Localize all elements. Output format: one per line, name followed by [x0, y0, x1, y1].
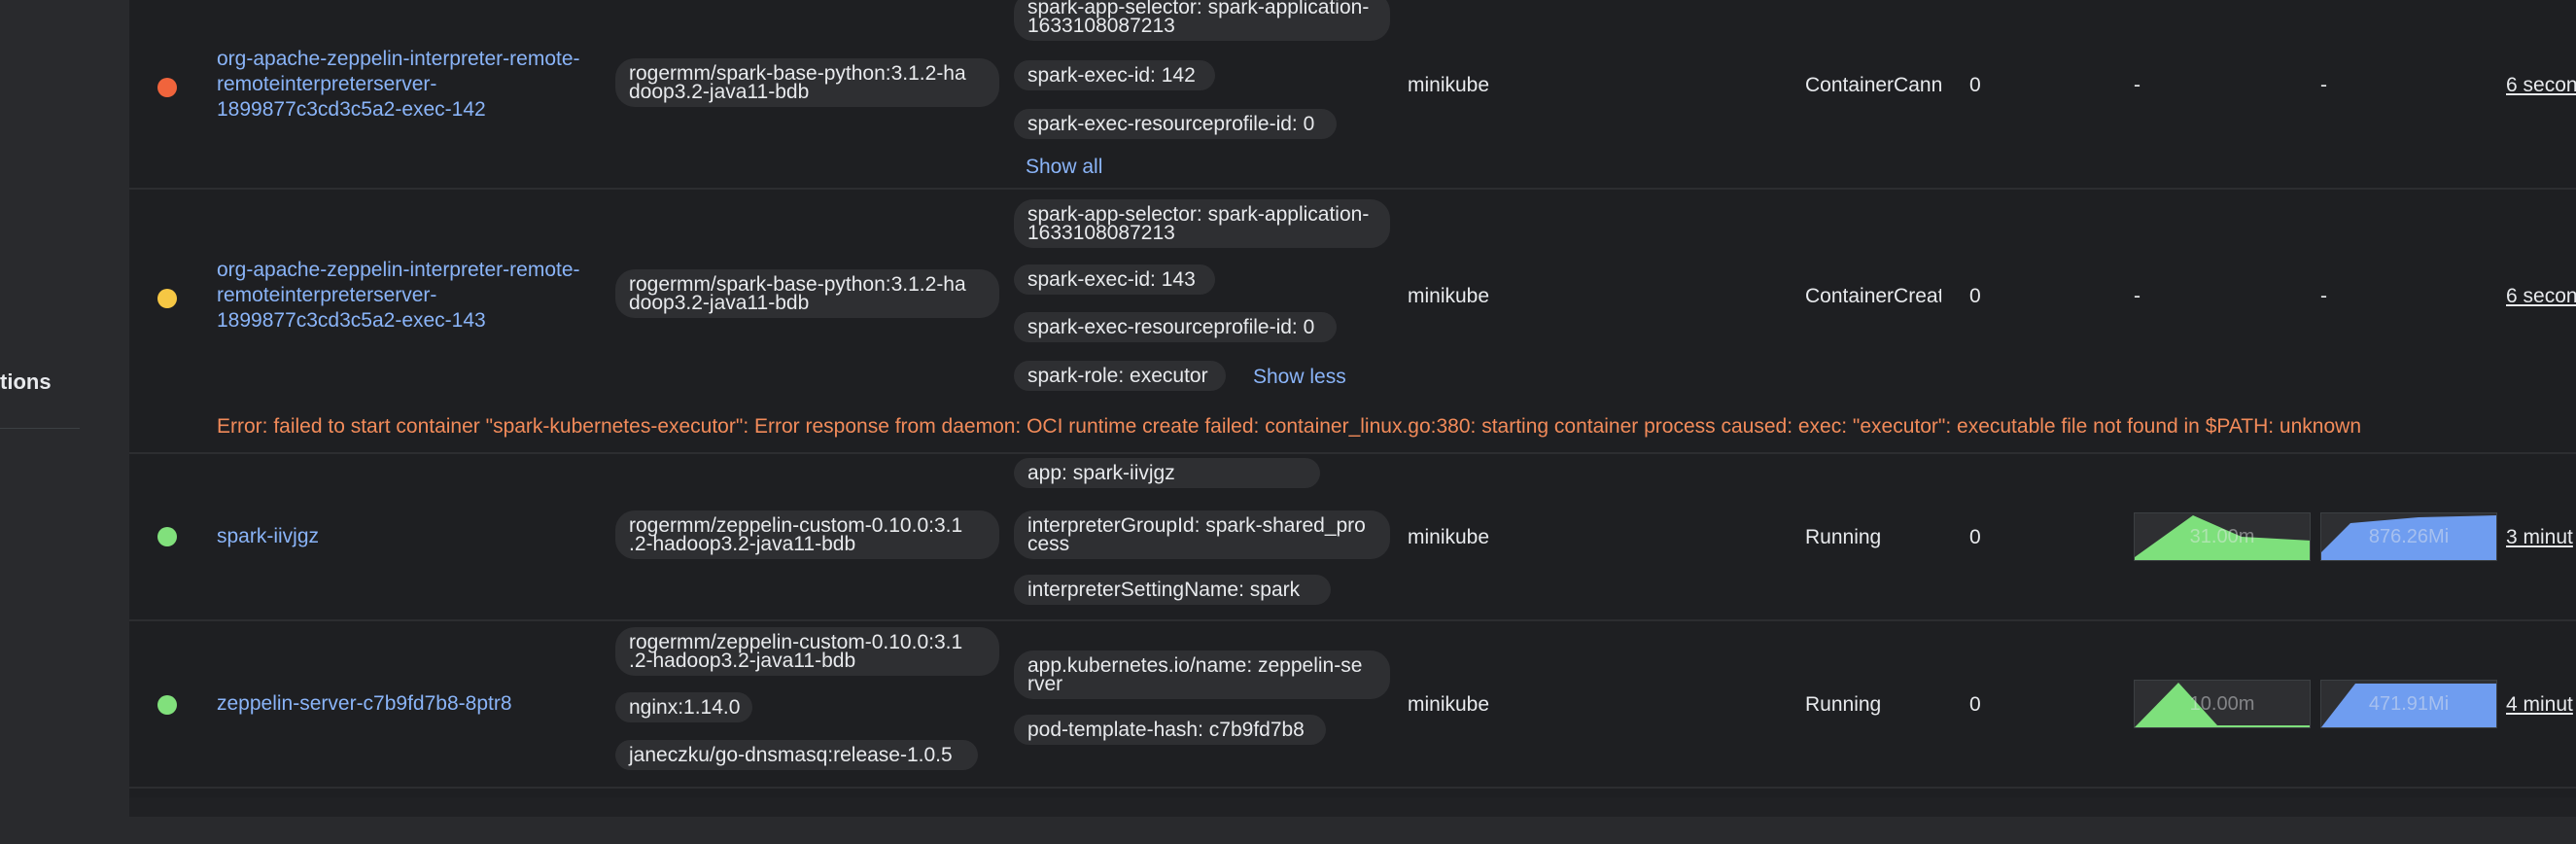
- age-link[interactable]: 6 secon: [2506, 74, 2576, 97]
- label-chip: app: spark-iivjgz: [1014, 458, 1320, 488]
- cpu-usage-sparkline: 31.00m: [2134, 512, 2311, 561]
- status-cell: Running: [1805, 693, 1882, 716]
- sidebar: tions: [0, 0, 129, 844]
- pod-name-link[interactable]: org-apache-zeppelin-interpreter-remote- …: [217, 258, 596, 334]
- sidebar-section-label[interactable]: tions: [0, 369, 52, 395]
- label-chip: spark-role: executor: [1014, 361, 1226, 391]
- memory-cell: -: [2320, 285, 2327, 307]
- status-dot-running: [157, 527, 177, 546]
- label-chip: spark-exec-id: 143: [1014, 264, 1215, 295]
- label-chip: spark-exec-id: 142: [1014, 60, 1215, 90]
- show-all-labels-link[interactable]: Show all: [1026, 156, 1102, 179]
- age-link[interactable]: 6 secon: [2506, 285, 2576, 308]
- pod-name-link[interactable]: org-apache-zeppelin-interpreter-remote- …: [217, 47, 596, 123]
- cpu-value: 31.00m: [2189, 526, 2255, 547]
- image-chip: rogermm/spark-base-python:3.1.2-ha doop3…: [615, 269, 999, 318]
- node-cell: minikube: [1408, 285, 1490, 307]
- node-cell: minikube: [1408, 74, 1490, 96]
- cpu-usage-sparkline: 10.00m: [2134, 680, 2311, 728]
- memory-value: 876.26Mi: [2368, 526, 2450, 547]
- memory-value: 471.91Mi: [2368, 693, 2450, 715]
- status-dot-pending: [157, 289, 177, 308]
- memory-usage-sparkline: 471.91Mi: [2320, 680, 2497, 728]
- image-chip: rogermm/zeppelin-custom-0.10.0:3.1 .2-ha…: [615, 627, 999, 676]
- memory-usage-sparkline: 876.26Mi: [2320, 512, 2497, 561]
- restarts-cell: 0: [1969, 693, 1981, 716]
- show-less-labels-link[interactable]: Show less: [1253, 366, 1346, 389]
- label-chip: spark-exec-resourceprofile-id: 0: [1014, 109, 1337, 139]
- age-link[interactable]: 4 minut: [2506, 693, 2573, 717]
- status-cell: ContainerCreatin: [1805, 285, 1941, 307]
- pod-name-line: org-apache-zeppelin-interpreter-remote-: [217, 48, 580, 70]
- cpu-cell: -: [2134, 74, 2141, 96]
- age-link[interactable]: 3 minut: [2506, 526, 2573, 549]
- pods-table: org-apache-zeppelin-interpreter-remote- …: [129, 0, 2576, 797]
- label-chip: spark-exec-resourceprofile-id: 0: [1014, 312, 1337, 342]
- cpu-cell: -: [2134, 285, 2141, 307]
- pod-name-link[interactable]: zeppelin-server-c7b9fd7b8-8ptr8: [217, 691, 596, 717]
- label-chip: spark-app-selector: spark-application-16…: [1014, 0, 1390, 41]
- status-cell: Running: [1805, 526, 1882, 548]
- image-chip: nginx:1.14.0: [615, 692, 752, 722]
- image-chip: rogermm/spark-base-python:3.1.2-ha doop3…: [615, 58, 999, 107]
- pod-name-line: org-apache-zeppelin-interpreter-remote-: [217, 259, 580, 281]
- pod-name-line: 1899877c3cd3c5a2-exec-143: [217, 309, 486, 332]
- node-cell: minikube: [1408, 693, 1490, 716]
- status-cell: ContainerCannot: [1805, 74, 1941, 96]
- container-error-message: Error: failed to start container "spark-…: [217, 415, 2361, 438]
- memory-cell: -: [2320, 74, 2327, 96]
- node-cell: minikube: [1408, 526, 1490, 548]
- sidebar-divider: [0, 428, 80, 429]
- restarts-cell: 0: [1969, 285, 1981, 307]
- pod-name-line: remoteinterpreterserver-: [217, 284, 437, 306]
- next-panel-header: [129, 817, 2576, 844]
- label-chip: pod-template-hash: c7b9fd7b8: [1014, 715, 1326, 745]
- label-chip: spark-app-selector: spark-application-16…: [1014, 199, 1390, 248]
- pod-name-line: 1899877c3cd3c5a2-exec-142: [217, 98, 486, 121]
- status-dot-error: [157, 78, 177, 97]
- label-chip: app.kubernetes.io/name: zeppelin-se rver: [1014, 651, 1390, 699]
- cpu-value: 10.00m: [2189, 693, 2255, 715]
- label-chip: interpreterGroupId: spark-shared_pro ces…: [1014, 510, 1390, 559]
- table-row[interactable]: spark-iivjgz rogermm/zeppelin-custom-0.1…: [129, 454, 2576, 621]
- restarts-cell: 0: [1969, 526, 1981, 548]
- table-row[interactable]: zeppelin-server-c7b9fd7b8-8ptr8 rogermm/…: [129, 621, 2576, 789]
- label-chip: interpreterSettingName: spark: [1014, 575, 1331, 605]
- image-chip: rogermm/zeppelin-custom-0.10.0:3.1 .2-ha…: [615, 510, 999, 559]
- restarts-cell: 0: [1969, 74, 1981, 96]
- pod-name-line: remoteinterpreterserver-: [217, 73, 437, 95]
- pod-name-link[interactable]: spark-iivjgz: [217, 524, 596, 549]
- status-dot-running: [157, 695, 177, 715]
- table-row[interactable]: org-apache-zeppelin-interpreter-remote- …: [129, 0, 2576, 190]
- image-chip: janeczku/go-dnsmasq:release-1.0.5: [615, 740, 978, 770]
